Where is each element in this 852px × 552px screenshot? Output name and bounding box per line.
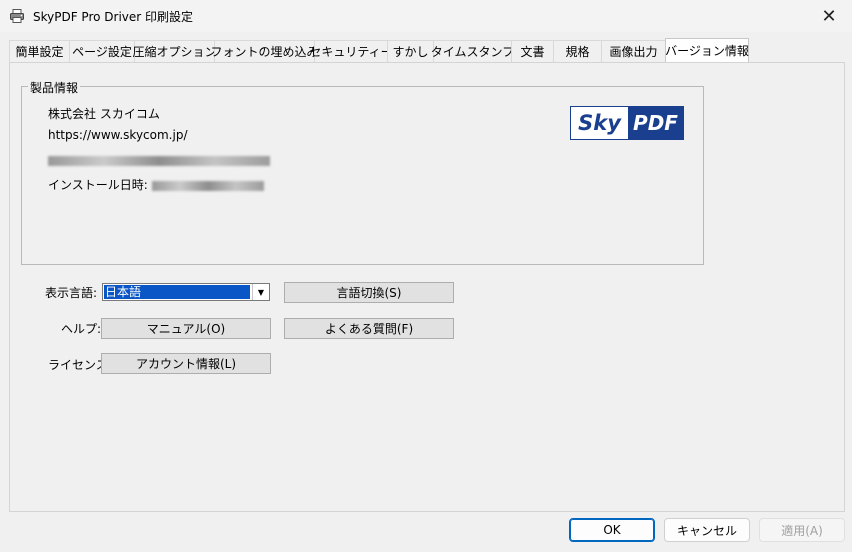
company-url: https://www.skycom.jp/ xyxy=(48,128,188,142)
company-name: 株式会社 スカイコム xyxy=(48,107,160,121)
close-icon: ✕ xyxy=(821,5,837,27)
install-date-line: インストール日時: xyxy=(48,176,264,193)
redacted-version xyxy=(48,155,270,166)
product-info-group: 製品情報 株式会社 スカイコム https://www.skycom.jp/ イ… xyxy=(21,79,704,265)
manual-button[interactable]: マニュアル(O) xyxy=(101,318,271,339)
cancel-button[interactable]: キャンセル xyxy=(664,518,750,542)
version-line xyxy=(48,153,270,167)
redacted-install-date xyxy=(151,180,264,191)
printer-icon xyxy=(10,9,24,23)
close-button[interactable]: ✕ xyxy=(806,0,852,32)
install-date-label: インストール日時: xyxy=(48,178,148,192)
help-label: ヘルプ: xyxy=(61,322,102,336)
apply-button[interactable]: 適用(A) xyxy=(759,518,845,542)
logo-sky-text: Sky xyxy=(571,107,628,139)
language-label: 表示言語: xyxy=(45,286,98,300)
tab-version-info[interactable]: バージョン情報 xyxy=(665,38,749,62)
version-info-page: 製品情報 株式会社 スカイコム https://www.skycom.jp/ イ… xyxy=(9,62,845,512)
account-info-button[interactable]: アカウント情報(L) xyxy=(101,353,271,374)
tab-watermark[interactable]: すかし xyxy=(387,40,434,62)
tab-compression-options[interactable]: 圧縮オプション xyxy=(133,40,217,62)
logo-pdf-text: PDF xyxy=(628,107,683,139)
tab-image-output[interactable]: 画像出力 xyxy=(601,40,666,62)
tab-standard[interactable]: 規格 xyxy=(553,40,602,62)
window-title: SkyPDF Pro Driver 印刷設定 xyxy=(33,10,194,24)
tab-strip: 簡単設定 ページ設定 圧縮オプション フォントの埋め込み セキュリティー すかし… xyxy=(9,38,749,62)
skypdf-logo: Sky PDF xyxy=(570,106,684,140)
tab-font-embedding[interactable]: フォントの埋め込み xyxy=(211,40,319,62)
title-bar: SkyPDF Pro Driver 印刷設定 ✕ xyxy=(0,0,852,32)
tab-page-settings[interactable]: ページ設定 xyxy=(69,40,135,62)
tab-simple-settings[interactable]: 簡単設定 xyxy=(9,40,70,62)
ok-button[interactable]: OK xyxy=(569,518,655,542)
language-switch-button[interactable]: 言語切換(S) xyxy=(284,282,454,303)
tab-document[interactable]: 文書 xyxy=(511,40,554,62)
chevron-down-icon[interactable]: ▼ xyxy=(252,284,269,300)
faq-button[interactable]: よくある質問(F) xyxy=(284,318,454,339)
tab-timestamp[interactable]: タイムスタンプ xyxy=(431,40,514,62)
language-selected-value: 日本語 xyxy=(103,284,251,300)
product-info-legend: 製品情報 xyxy=(28,79,81,96)
language-select[interactable]: 日本語 ▼ xyxy=(102,283,270,301)
tab-security[interactable]: セキュリティー xyxy=(309,40,393,62)
